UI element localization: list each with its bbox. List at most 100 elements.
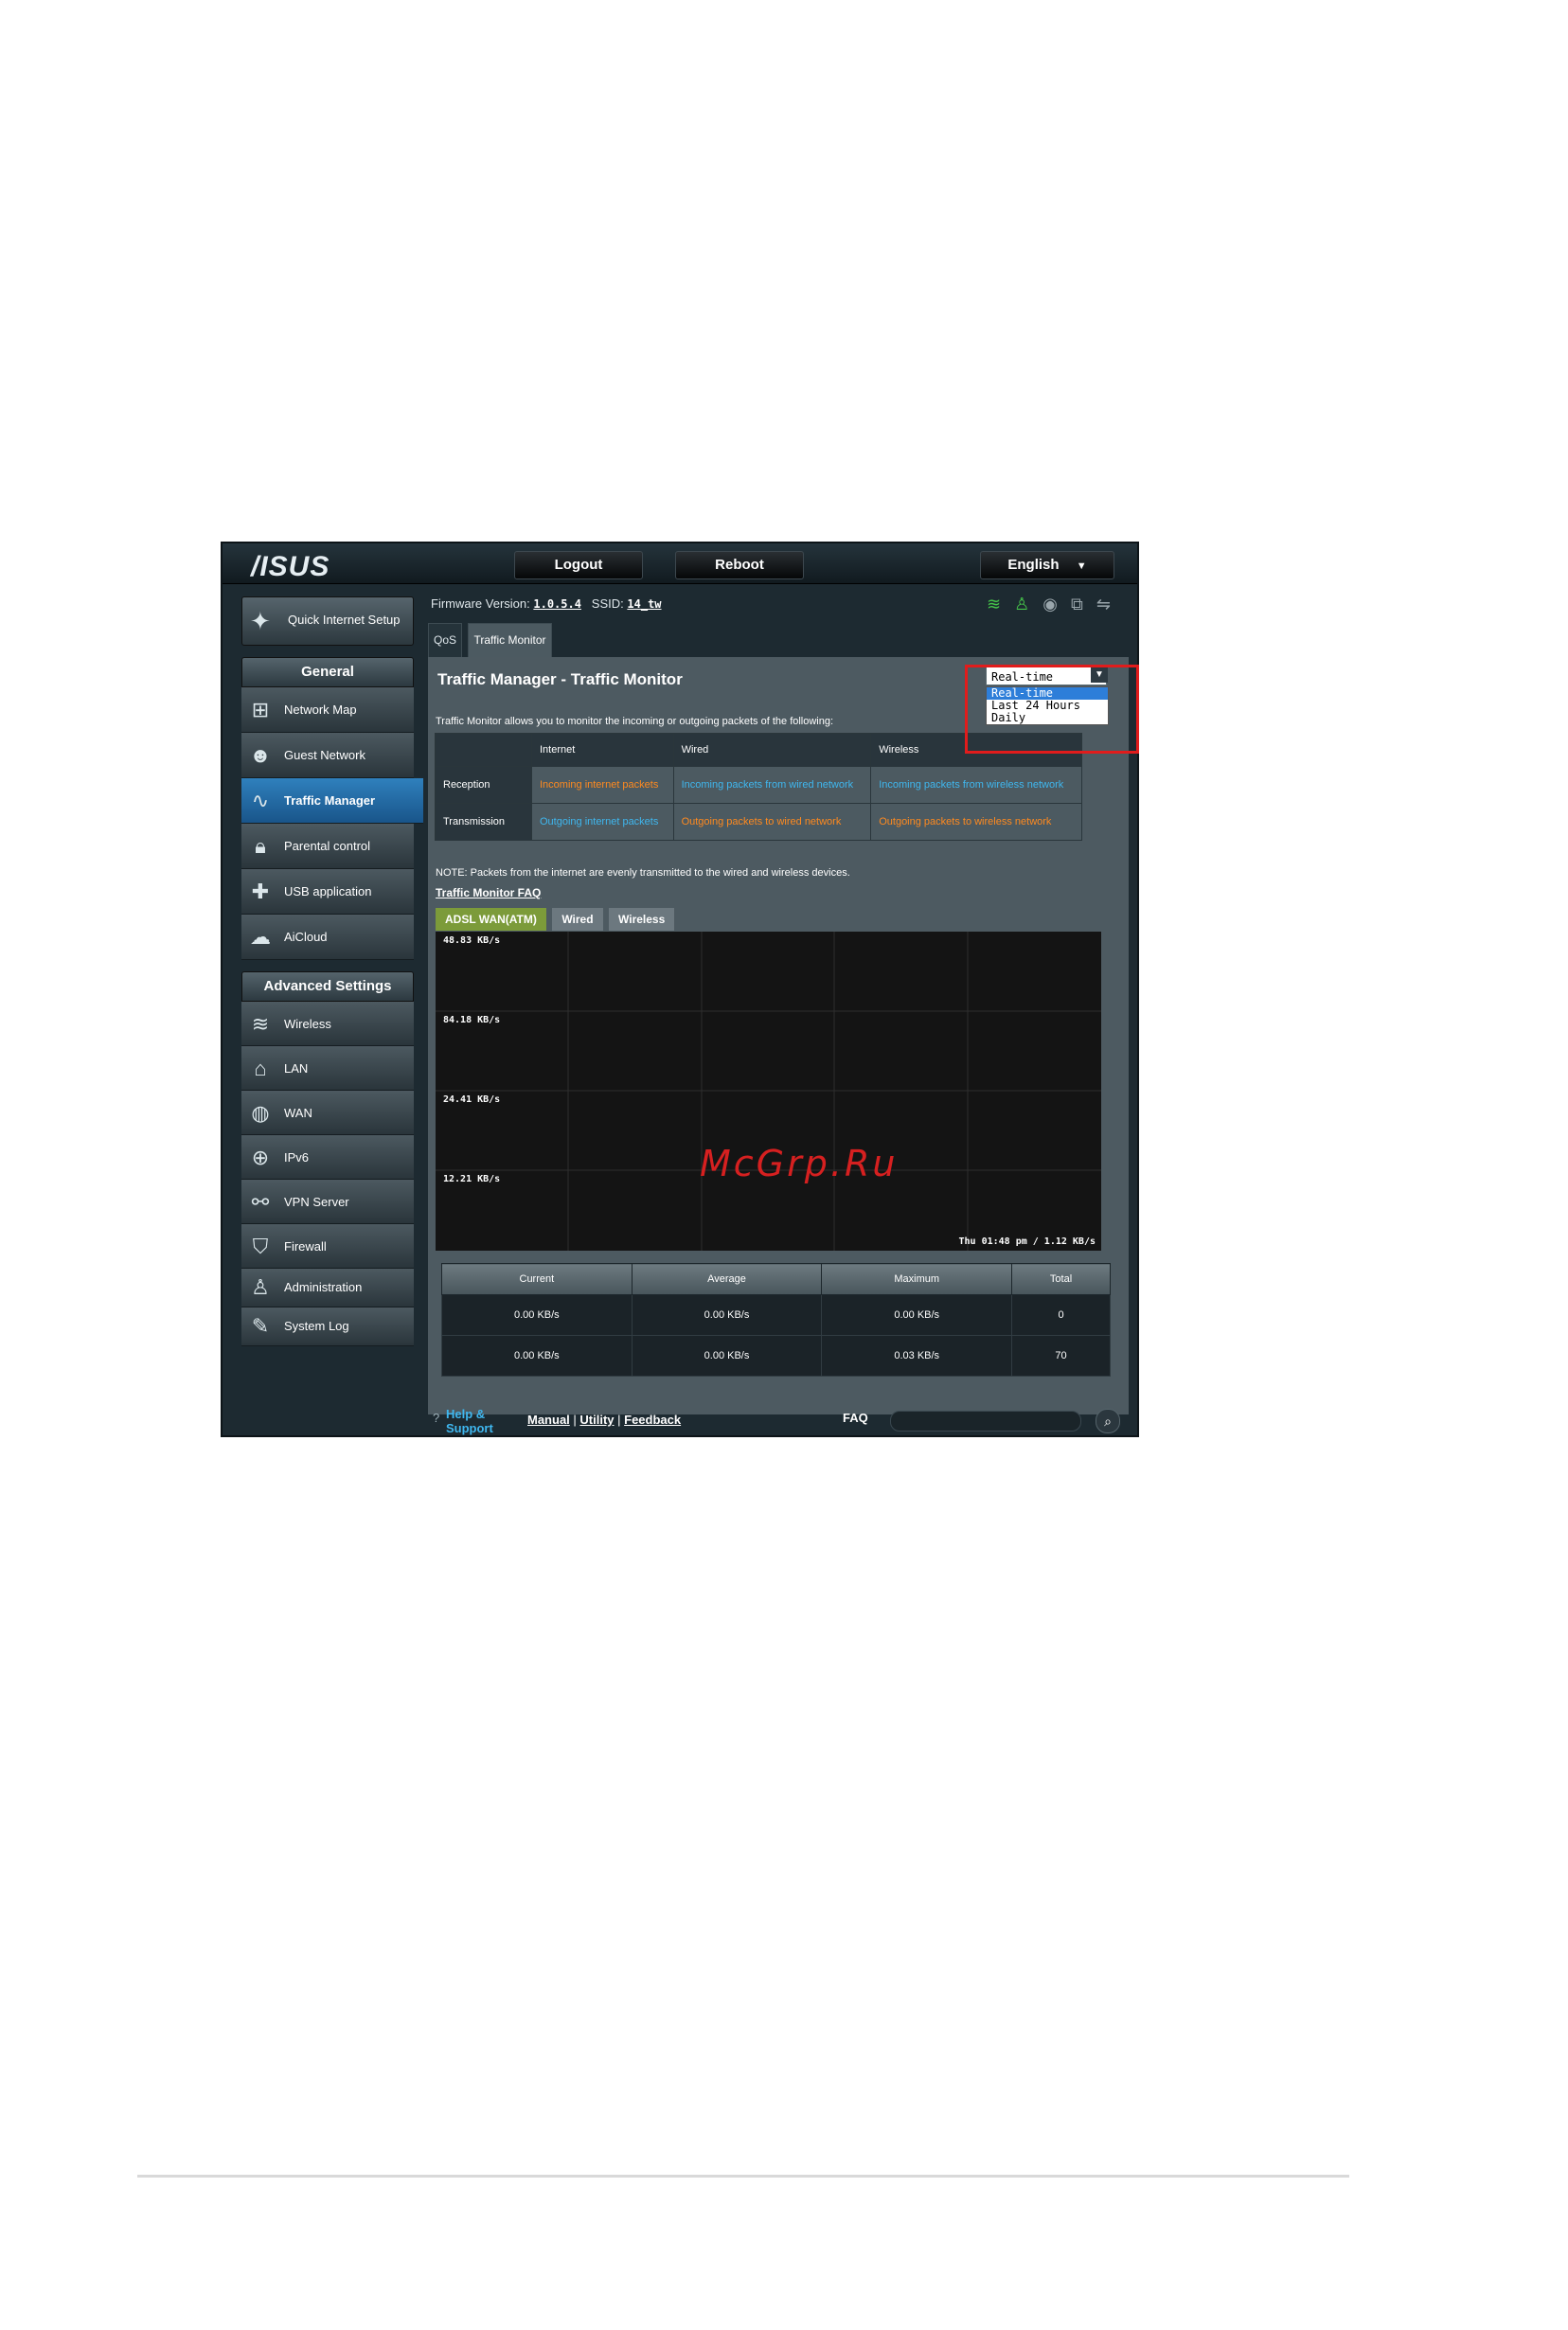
language-select[interactable]: English ▼ xyxy=(980,551,1114,579)
footer-links: Manual | Utility | Feedback xyxy=(527,1413,682,1427)
graph-tab-wireless[interactable]: Wireless xyxy=(609,908,675,931)
table-row: 0.00 KB/s 0.00 KB/s 0.03 KB/s 70 xyxy=(441,1335,1111,1377)
sidebar-item-usb-application[interactable]: ✚ USB application xyxy=(241,869,414,915)
stats-header: Maximum xyxy=(821,1263,1013,1295)
cloud-status-icon[interactable]: ◉ xyxy=(1042,595,1058,614)
stats-cell: 70 xyxy=(1011,1335,1111,1377)
tab-traffic-monitor[interactable]: Traffic Monitor xyxy=(468,623,552,658)
vpn-icon: ⚯ xyxy=(251,1190,270,1214)
help-support-label: Help & Support xyxy=(446,1407,493,1435)
ipv6-icon: ⊕ xyxy=(251,1146,270,1169)
chevron-down-icon: ▼ xyxy=(1076,560,1087,572)
wifi-status-icon[interactable]: ≋ xyxy=(987,595,1001,614)
general-menu: General ⊞ Network Map ☻ Guest Network ∿ … xyxy=(241,657,423,960)
sidebar-item-guest-network[interactable]: ☻ Guest Network xyxy=(241,733,414,778)
home-icon: ⌂ xyxy=(254,1057,267,1080)
logout-button[interactable]: Logout xyxy=(514,551,643,579)
sidebar-item-label: System Log xyxy=(284,1319,349,1333)
quick-internet-setup-button[interactable]: ✦ Quick Internet Setup xyxy=(241,596,414,646)
stats-header: Current xyxy=(441,1263,633,1295)
stats-cell: 0.00 KB/s xyxy=(631,1335,823,1377)
help-icon: ? xyxy=(433,1411,440,1425)
sidebar-item-parental-control[interactable]: 🔒︎ Parental control xyxy=(241,824,414,869)
reboot-button[interactable]: Reboot xyxy=(675,551,804,579)
graph-timestamp: Thu 01:48 pm / 1.12 KB/s xyxy=(959,1236,1096,1247)
sidebar-item-label: VPN Server xyxy=(284,1195,349,1209)
stats-cell: 0.00 KB/s xyxy=(441,1335,633,1377)
stats-cell: 0.00 KB/s xyxy=(441,1294,633,1336)
graph-tabs: ADSL WAN(ATM) Wired Wireless xyxy=(436,908,676,931)
sidebar-item-label: Wireless xyxy=(284,1017,331,1031)
table-cell: Incoming packets from wireless network xyxy=(870,766,1082,804)
language-label: English xyxy=(1007,557,1060,573)
sidebar-item-wan[interactable]: ◍ WAN xyxy=(241,1091,414,1135)
graph-tab-adsl[interactable]: ADSL WAN(ATM) xyxy=(436,908,546,931)
manual-link[interactable]: Manual xyxy=(527,1413,570,1427)
globe-icon: ◍ xyxy=(251,1101,270,1125)
table-header xyxy=(435,733,532,767)
traffic-monitor-faq-link[interactable]: Traffic Monitor FAQ xyxy=(436,886,541,899)
stats-cell: 0.03 KB/s xyxy=(821,1335,1013,1377)
magic-wand-icon: ✦ xyxy=(250,607,271,635)
sidebar-item-aicloud[interactable]: ☁ AiCloud xyxy=(241,915,414,960)
utility-link[interactable]: Utility xyxy=(579,1413,614,1427)
users-status-icon[interactable]: ♙ xyxy=(1014,595,1029,614)
row-label: Transmission xyxy=(435,803,532,841)
ssid-link[interactable]: 14_tw xyxy=(627,597,661,611)
stats-cell: 0.00 KB/s xyxy=(821,1294,1013,1336)
sidebar-item-traffic-manager[interactable]: ∿ Traffic Manager xyxy=(241,778,423,824)
lock-icon: 🔒︎ xyxy=(255,834,266,858)
traffic-manager-icon: ∿ xyxy=(251,789,270,812)
sidebar-item-label: WAN xyxy=(284,1106,312,1120)
printer-status-icon[interactable]: ⧉ xyxy=(1071,595,1083,614)
graph-tab-wired[interactable]: Wired xyxy=(552,908,603,931)
puzzle-icon: ✚ xyxy=(251,880,270,903)
sidebar-item-network-map[interactable]: ⊞ Network Map xyxy=(241,687,414,733)
status-icons: ≋ ♙ ◉ ⧉ ⇋ xyxy=(978,595,1111,614)
sidebar-item-lan[interactable]: ⌂ LAN xyxy=(241,1046,414,1091)
sidebar-item-administration[interactable]: ♙ Administration xyxy=(241,1269,414,1307)
log-icon: ✎ xyxy=(251,1314,270,1338)
faq-label: FAQ xyxy=(843,1411,868,1425)
firmware-link[interactable]: 1.0.5.4 xyxy=(533,597,581,611)
sidebar-item-system-log[interactable]: ✎ System Log xyxy=(241,1307,414,1346)
sidebar-item-vpn-server[interactable]: ⚯ VPN Server xyxy=(241,1180,414,1224)
sidebar-item-label: Firewall xyxy=(284,1239,327,1254)
table-cell: Outgoing internet packets xyxy=(531,803,674,841)
table-cell: Incoming packets from wired network xyxy=(672,766,872,804)
table-header: Wired xyxy=(672,733,872,767)
user-icon: ♙ xyxy=(251,1275,270,1299)
row-label: Reception xyxy=(435,766,532,804)
traffic-stats-table: Current Average Maximum Total 0.00 KB/s … xyxy=(441,1263,1111,1377)
main-content: Traffic Manager - Traffic Monitor Real-t… xyxy=(428,657,1129,1414)
search-icon[interactable]: ⌕ xyxy=(1096,1409,1120,1433)
page-description: Traffic Monitor allows you to monitor th… xyxy=(436,716,834,727)
sidebar-item-label: Traffic Manager xyxy=(284,793,376,808)
tab-qos[interactable]: QoS xyxy=(428,623,463,658)
note-text: NOTE: Packets from the internet are even… xyxy=(436,867,850,879)
sidebar-item-wireless[interactable]: ≋ Wireless xyxy=(241,1002,414,1046)
usb-status-icon[interactable]: ⇋ xyxy=(1096,595,1111,614)
table-cell: Outgoing packets to wireless network xyxy=(870,803,1082,841)
sidebar-item-firewall[interactable]: ⛉ Firewall xyxy=(241,1224,414,1269)
y-axis-label: 24.41 KB/s xyxy=(443,1094,500,1105)
stats-header: Average xyxy=(631,1263,823,1295)
feedback-link[interactable]: Feedback xyxy=(624,1413,681,1427)
faq-search-input[interactable] xyxy=(890,1411,1081,1432)
table-row: Reception Incoming internet packets Inco… xyxy=(435,766,1082,804)
advanced-title: Advanced Settings xyxy=(241,971,414,1002)
sidebar-item-label: Administration xyxy=(284,1280,363,1294)
stats-header: Total xyxy=(1011,1263,1111,1295)
guest-network-icon: ☻ xyxy=(249,743,272,767)
cloud-icon: ☁ xyxy=(250,925,271,949)
sidebar-item-label: LAN xyxy=(284,1061,309,1076)
page-tabs: QoS Traffic Monitor xyxy=(428,623,554,658)
general-title: General xyxy=(241,657,414,687)
sidebar-item-label: AiCloud xyxy=(284,930,328,944)
sidebar-item-ipv6[interactable]: ⊕ IPv6 xyxy=(241,1135,414,1180)
sidebar: ✦ Quick Internet Setup General ⊞ Network… xyxy=(241,596,423,1358)
watermark: McGrp.Ru xyxy=(700,1143,899,1184)
firmware-info: Firmware Version: 1.0.5.4 SSID: 14_tw xyxy=(431,596,662,611)
table-header: Internet xyxy=(531,733,674,767)
asus-logo: /ISUS xyxy=(251,551,330,582)
